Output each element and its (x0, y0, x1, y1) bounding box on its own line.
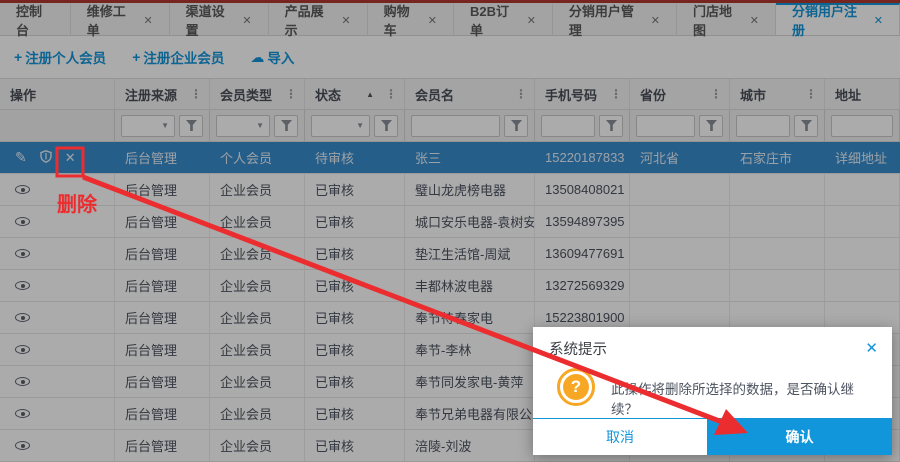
dialog-message: 此操作将删除所选择的数据，是否确认继续？ (611, 382, 854, 417)
question-icon: ? (557, 368, 595, 406)
dialog-header: 系统提示 ✕ (533, 327, 892, 359)
cancel-button[interactable]: 取消 (533, 419, 707, 455)
dialog-body: ? 此操作将删除所选择的数据，是否确认继续？ (533, 359, 892, 418)
dialog-title: 系统提示 (549, 342, 607, 358)
close-icon[interactable]: ✕ (865, 341, 878, 356)
dialog-footer: 取消 确认 (533, 418, 892, 455)
confirm-dialog: 系统提示 ✕ ? 此操作将删除所选择的数据，是否确认继续？ 取消 确认 (533, 327, 892, 455)
app-window: 控制台 维修工单 ✕ 渠道设置 ✕ 产品展示 ✕ 购物车 ✕ B2B订单 ✕ 分销用户管理 ✕ 门店地图 ✕… (0, 0, 900, 462)
confirm-button[interactable]: 确认 (707, 419, 892, 455)
